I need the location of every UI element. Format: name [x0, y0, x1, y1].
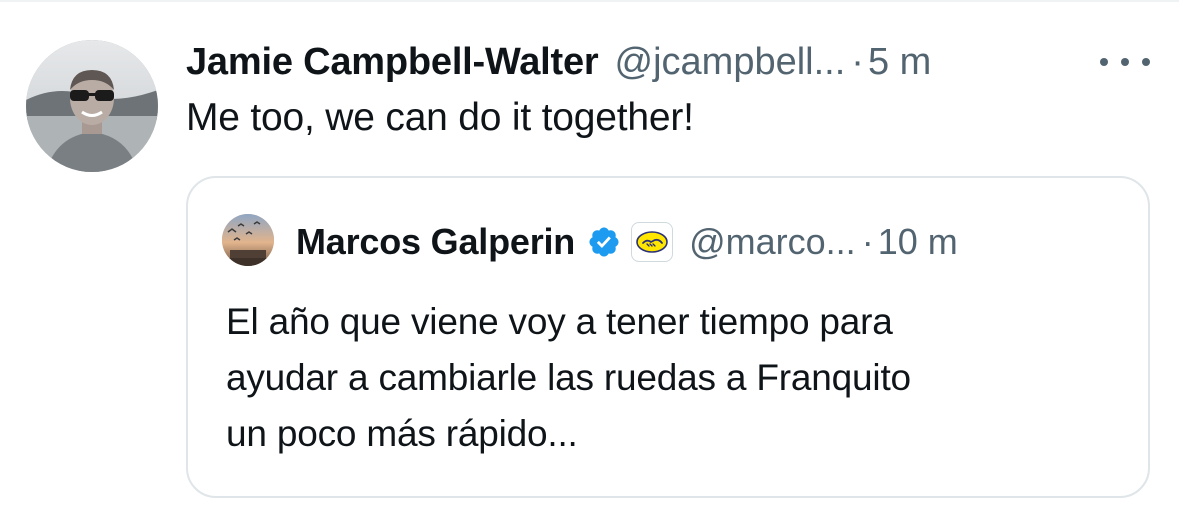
more-dot — [1100, 58, 1108, 66]
author-handle[interactable]: @jcampbell... — [615, 41, 846, 84]
quoted-text-line: ayudar a cambiarle las ruedas a Franquit… — [226, 357, 911, 398]
quoted-tweet-text: El año que viene voy a tener tiempo para… — [226, 294, 1126, 462]
quoted-text-line: un poco más rápido... — [226, 413, 578, 454]
quoted-tweet[interactable]: Marcos Galperin @marco... · 10 m El año … — [186, 176, 1150, 498]
more-options-icon[interactable] — [1100, 52, 1150, 72]
tweet-timestamp[interactable]: 5 m — [868, 41, 931, 84]
quoted-tweet-header: Marcos Galperin @marco... · 10 m — [296, 218, 958, 266]
quoted-author-name[interactable]: Marcos Galperin — [296, 221, 575, 263]
author-name[interactable]: Jamie Campbell-Walter — [186, 41, 599, 84]
quoted-tweet-timestamp[interactable]: 10 m — [878, 221, 958, 263]
more-dot — [1121, 58, 1129, 66]
separator-dot: · — [851, 40, 864, 83]
author-avatar[interactable] — [26, 40, 158, 172]
quoted-author-handle[interactable]: @marco... — [689, 221, 856, 263]
quoted-text-line: El año que viene voy a tener tiempo para — [226, 301, 893, 342]
verified-badge-icon — [587, 225, 621, 259]
more-dot — [1142, 58, 1150, 66]
tweet-text: Me too, we can do it together! — [186, 96, 694, 139]
separator-dot: · — [861, 221, 874, 262]
tweet-header: Jamie Campbell-Walter @jcampbell... · 5 … — [186, 38, 931, 86]
handshake-affiliate-icon[interactable] — [631, 222, 674, 262]
tweet[interactable]: Jamie Campbell-Walter @jcampbell... · 5 … — [0, 0, 1179, 524]
quoted-author-avatar[interactable] — [222, 214, 274, 266]
